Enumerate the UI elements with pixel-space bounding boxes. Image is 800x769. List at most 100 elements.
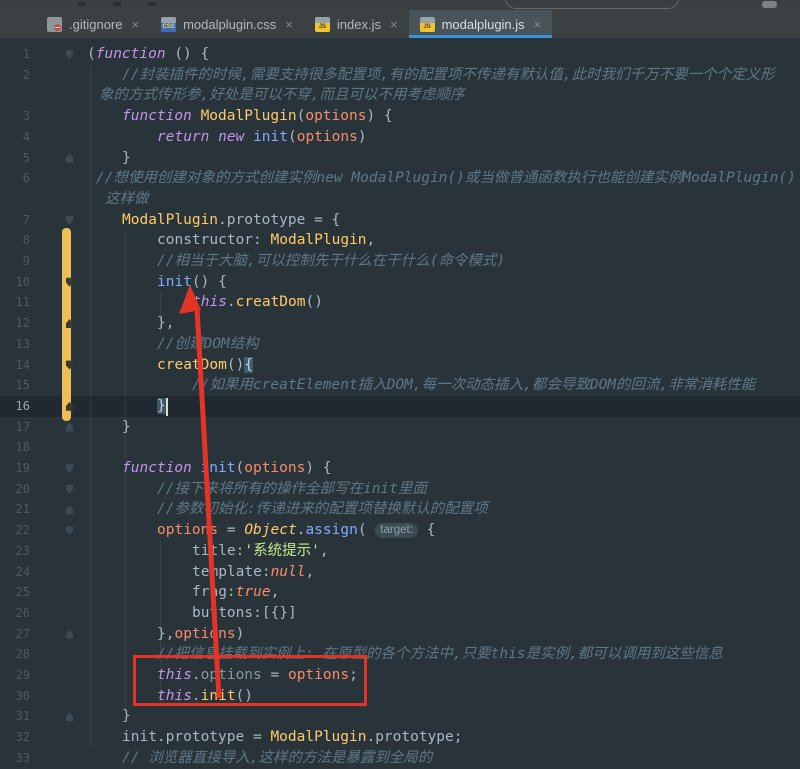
code-token: :[{}]	[253, 604, 297, 621]
code-line[interactable]: 5}	[0, 148, 800, 169]
code-line[interactable]: 2//封装插件的时候,需要支持很多配置项,有的配置项不传递有默认值,此时我们千万…	[0, 65, 800, 86]
code-token: init	[200, 687, 236, 704]
code-text: // 浏览器直接导入,这样的方法是暴露到全局的	[0, 748, 432, 769]
code-line[interactable]: 13//创建DOM结构	[0, 334, 800, 355]
code-token: 这样做	[105, 190, 149, 207]
code-token: //想使用创建对象的方式创建实例new ModalPlugin()或当做普通函数…	[96, 170, 796, 187]
toolbar-icon[interactable]	[762, 1, 777, 8]
tab-modalplugin-css[interactable]: CSS modalplugin.css ×	[150, 10, 304, 38]
code-line[interactable]: 25 frag:true,	[0, 582, 800, 603]
code-line[interactable]: 18	[0, 437, 800, 458]
code-line[interactable]: 31}	[0, 706, 800, 727]
code-line[interactable]: 30 this.init()	[0, 686, 800, 707]
code-text: (function () {	[0, 44, 209, 65]
code-text: this.creatDom()	[0, 292, 323, 313]
search-field[interactable]	[505, 0, 679, 9]
code-token: return	[157, 128, 210, 145]
code-line[interactable]: 10 init() {	[0, 272, 800, 293]
code-token: //参数初始化:传递进来的配置项替换默认的配置项	[157, 501, 488, 518]
code-line[interactable]: 1 (function () {	[0, 44, 800, 65]
tab-gitignore[interactable]: .gitignore ×	[36, 10, 150, 38]
close-tab-icon[interactable]: ×	[534, 18, 542, 31]
code-token: //创建DOM结构	[157, 335, 259, 352]
code-text: 象的方式传形参,好处是可以不穿,而且可以不用考虑顺序	[0, 85, 464, 106]
code-text: this.options = options;	[0, 665, 358, 686]
code-text: buttons:[{}]	[0, 603, 297, 624]
code-line[interactable]: 20//接下来将所有的操作全部写在init里面	[0, 479, 800, 500]
toolbar-icon[interactable]	[113, 2, 121, 6]
code-token: ModalPlugin	[270, 729, 367, 746]
code-line[interactable]: 3 function ModalPlugin(options) {	[0, 106, 800, 127]
code-token: //把信息挂载到实例上: 在原型的各个方法中,只要this是实例,都可以调用到这…	[157, 646, 723, 663]
code-line[interactable]: 16}	[0, 396, 800, 417]
code-line[interactable]: 28//把信息挂载到实例上: 在原型的各个方法中,只要this是实例,都可以调用…	[0, 644, 800, 665]
code-line[interactable]: 7 ModalPlugin.prototype = {	[0, 210, 800, 231]
code-line[interactable]: 9//相当于大脑,可以控制先干什么在干什么(命令模式)	[0, 251, 800, 272]
code-text: //相当于大脑,可以控制先干什么在干什么(命令模式)	[0, 251, 505, 272]
toolbar-icon[interactable]	[78, 2, 86, 6]
close-tab-icon[interactable]: ×	[285, 18, 293, 31]
code-line[interactable]: 26 buttons:[{}]	[0, 603, 800, 624]
code-line[interactable]: 11 this.creatDom()	[0, 292, 800, 313]
code-line[interactable]: 15//如果用creatElement插入DOM,每一次动态插入,都会导致DOM…	[0, 375, 800, 396]
line-number[interactable]: 18	[0, 437, 30, 458]
close-tab-icon[interactable]: ×	[390, 18, 398, 31]
code-text: }	[0, 417, 131, 438]
code-token: ;	[349, 667, 358, 683]
code-token: },	[157, 625, 175, 642]
tab-index-js[interactable]: JS index.js ×	[304, 10, 409, 38]
tab-modalplugin-js[interactable]: JS modalplugin.js ×	[408, 10, 553, 38]
code-token: {	[244, 356, 254, 373]
code-token: ()	[226, 356, 245, 373]
code-line[interactable]: 8 constructor: ModalPlugin,	[0, 230, 800, 251]
code-line[interactable]: 29 this.options = options;	[0, 665, 800, 686]
code-text: template:null,	[0, 562, 314, 583]
code-token: :	[226, 584, 236, 601]
code-line[interactable]: 14 creatDom(){	[0, 355, 800, 376]
code-editor[interactable]: 1 (function () {2//封装插件的时候,需要支持很多配置项,有的配置…	[0, 38, 800, 769]
code-line[interactable]: 23 title:'系统提示',	[0, 541, 800, 562]
code-token: :	[253, 232, 271, 249]
code-line[interactable]: 33// 浏览器直接导入,这样的方法是暴露到全局的	[0, 748, 800, 769]
code-line[interactable]: 19 function init(options) {	[0, 458, 800, 479]
code-line[interactable]: 17}	[0, 417, 800, 438]
code-token: function	[122, 108, 192, 125]
code-token: options	[157, 522, 219, 539]
code-token: //如果用creatElement插入DOM,每一次动态插入,都会导致DOM的回…	[192, 377, 756, 394]
code-token: true	[235, 584, 271, 601]
code-line[interactable]: 21//参数初始化:传递进来的配置项替换默认的配置项	[0, 499, 800, 520]
code-token: // 浏览器直接导入,这样的方法是暴露到全局的	[122, 749, 433, 766]
code-token: Object	[244, 522, 297, 539]
code-token: creatDom	[157, 356, 227, 373]
code-token: this	[157, 667, 192, 683]
code-text: init() {	[0, 272, 227, 293]
code-text: function ModalPlugin(options) {	[0, 106, 393, 127]
code-token: this	[192, 294, 227, 311]
toolbar-icon[interactable]	[148, 2, 156, 6]
code-line[interactable]: 4 return new init(options)	[0, 127, 800, 148]
code-text: //参数初始化:传递进来的配置项替换默认的配置项	[0, 499, 488, 520]
code-token: )	[357, 128, 367, 145]
code-token: :	[261, 563, 271, 580]
code-token: buttons	[192, 604, 254, 621]
code-line[interactable]: 象的方式传形参,好处是可以不穿,而且可以不用考虑顺序	[0, 85, 800, 106]
code-token: //相当于大脑,可以控制先干什么在干什么(命令模式)	[157, 253, 506, 269]
text-caret	[166, 397, 168, 416]
code-line[interactable]: 24 template:null,	[0, 562, 800, 583]
code-token: ModalPlugin	[122, 211, 219, 228]
code-line[interactable]: 27},options)	[0, 624, 800, 645]
code-line[interactable]: 这样做	[0, 189, 800, 210]
code-line[interactable]: 6//想使用创建对象的方式创建实例new ModalPlugin()或当做普通函…	[0, 168, 800, 189]
code-line[interactable]: 22 options = Object.assign( target: {	[0, 520, 800, 541]
code-token: init	[157, 273, 192, 290]
close-tab-icon[interactable]: ×	[131, 18, 139, 31]
code-line[interactable]: 32 init.prototype = ModalPlugin.prototype…	[0, 727, 800, 748]
gitignore-file-icon	[47, 16, 62, 32]
code-token: (	[87, 46, 96, 62]
code-token: }	[122, 418, 131, 435]
code-text: //想使用创建对象的方式创建实例new ModalPlugin()或当做普通函数…	[0, 168, 796, 189]
code-token: ,	[366, 232, 376, 249]
code-line[interactable]: 12},	[0, 313, 800, 334]
